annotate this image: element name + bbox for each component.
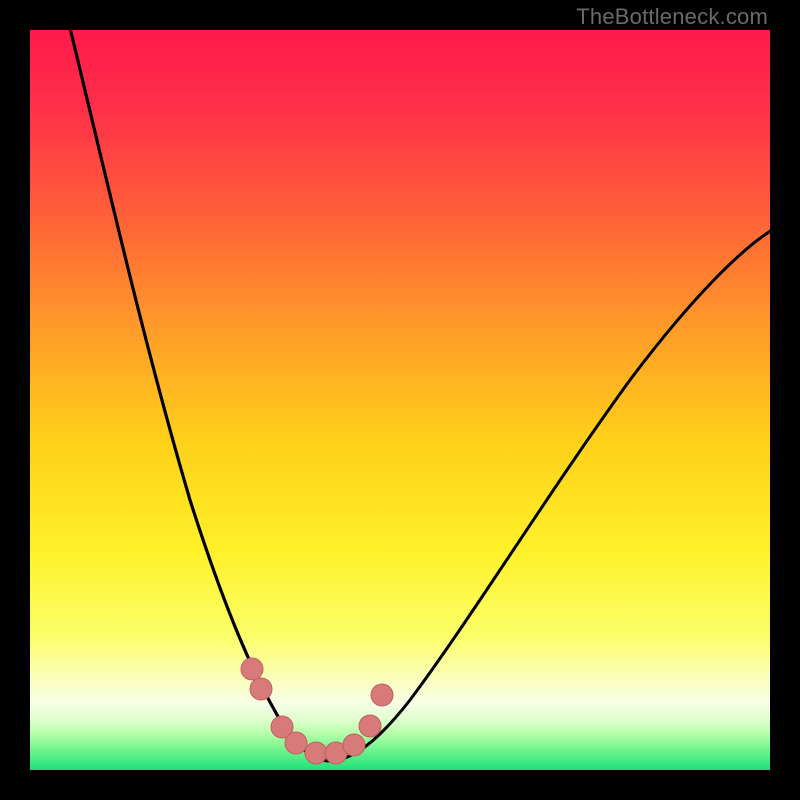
marker-dot <box>250 678 272 700</box>
chart-frame: TheBottleneck.com <box>0 0 800 800</box>
marker-dot <box>241 658 263 680</box>
marker-dot <box>305 742 327 764</box>
plot-area <box>30 30 770 770</box>
bottleneck-curve <box>30 30 770 770</box>
curve-right-branch <box>328 230 770 761</box>
marker-dot <box>359 715 381 737</box>
curve-left-branch <box>68 30 328 761</box>
watermark-text: TheBottleneck.com <box>576 4 768 30</box>
marker-group <box>241 658 393 764</box>
marker-dot <box>343 734 365 756</box>
marker-dot <box>285 732 307 754</box>
marker-dot <box>371 684 393 706</box>
